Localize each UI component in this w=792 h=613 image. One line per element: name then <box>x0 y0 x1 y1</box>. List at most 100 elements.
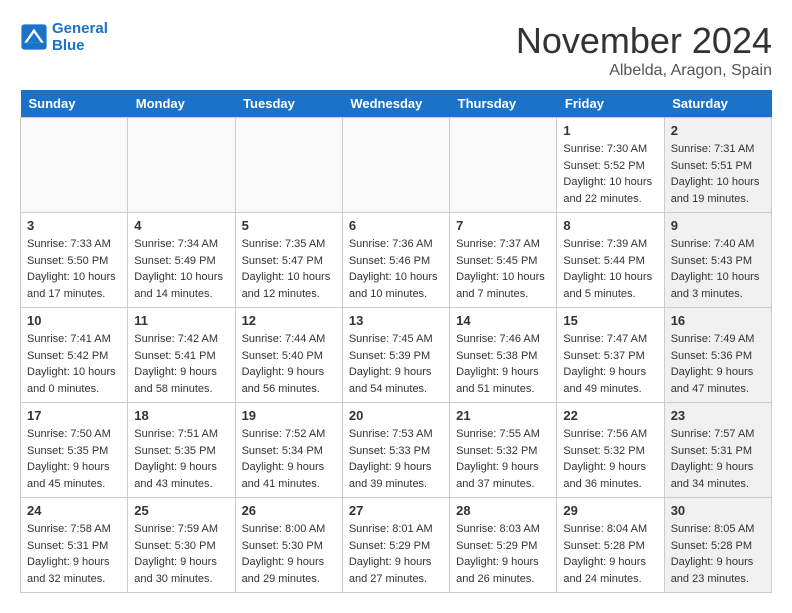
day-info: Sunrise: 7:47 AM Sunset: 5:37 PM Dayligh… <box>563 331 657 397</box>
day-number: 6 <box>349 218 443 233</box>
day-info: Sunrise: 7:50 AM Sunset: 5:35 PM Dayligh… <box>27 426 121 492</box>
day-header-sunday: Sunday <box>21 90 128 118</box>
day-cell: 21 Sunrise: 7:55 AM Sunset: 5:32 PM Dayli… <box>450 403 557 498</box>
day-number: 25 <box>134 503 228 518</box>
day-info: Sunrise: 8:03 AM Sunset: 5:29 PM Dayligh… <box>456 521 550 587</box>
day-number: 1 <box>563 123 657 138</box>
day-header-saturday: Saturday <box>664 90 771 118</box>
day-info: Sunrise: 7:30 AM Sunset: 5:52 PM Dayligh… <box>563 141 657 207</box>
day-cell: 11 Sunrise: 7:42 AM Sunset: 5:41 PM Dayli… <box>128 308 235 403</box>
day-cell: 24Sunrise: 7:58 AM Sunset: 5:31 PM Dayli… <box>21 498 128 593</box>
day-cell: 2 Sunrise: 7:31 AM Sunset: 5:51 PM Daylig… <box>664 118 771 213</box>
calendar-table: SundayMondayTuesdayWednesdayThursdayFrid… <box>20 90 772 593</box>
day-number: 18 <box>134 408 228 423</box>
day-info: Sunrise: 7:51 AM Sunset: 5:35 PM Dayligh… <box>134 426 228 492</box>
day-number: 9 <box>671 218 765 233</box>
day-info: Sunrise: 7:34 AM Sunset: 5:49 PM Dayligh… <box>134 236 228 302</box>
day-info: Sunrise: 7:40 AM Sunset: 5:43 PM Dayligh… <box>671 236 765 302</box>
day-number: 7 <box>456 218 550 233</box>
title-section: November 2024 Albelda, Aragon, Spain <box>516 20 772 80</box>
day-info: Sunrise: 7:53 AM Sunset: 5:33 PM Dayligh… <box>349 426 443 492</box>
day-number: 27 <box>349 503 443 518</box>
day-cell: 17 Sunrise: 7:50 AM Sunset: 5:35 PM Dayli… <box>21 403 128 498</box>
day-cell: 29Sunrise: 8:04 AM Sunset: 5:28 PM Dayli… <box>557 498 664 593</box>
day-info: Sunrise: 7:56 AM Sunset: 5:32 PM Dayligh… <box>563 426 657 492</box>
day-cell: 3 Sunrise: 7:33 AM Sunset: 5:50 PM Daylig… <box>21 213 128 308</box>
day-info: Sunrise: 7:33 AM Sunset: 5:50 PM Dayligh… <box>27 236 121 302</box>
day-cell: 4 Sunrise: 7:34 AM Sunset: 5:49 PM Daylig… <box>128 213 235 308</box>
day-info: Sunrise: 7:46 AM Sunset: 5:38 PM Dayligh… <box>456 331 550 397</box>
day-header-friday: Friday <box>557 90 664 118</box>
day-number: 8 <box>563 218 657 233</box>
day-cell: 23 Sunrise: 7:57 AM Sunset: 5:31 PM Dayli… <box>664 403 771 498</box>
day-cell: 1 Sunrise: 7:30 AM Sunset: 5:52 PM Daylig… <box>557 118 664 213</box>
day-number: 5 <box>242 218 336 233</box>
day-info: Sunrise: 7:31 AM Sunset: 5:51 PM Dayligh… <box>671 141 765 207</box>
day-info: Sunrise: 7:42 AM Sunset: 5:41 PM Dayligh… <box>134 331 228 397</box>
day-info: Sunrise: 7:49 AM Sunset: 5:36 PM Dayligh… <box>671 331 765 397</box>
day-info: Sunrise: 7:52 AM Sunset: 5:34 PM Dayligh… <box>242 426 336 492</box>
logo-icon <box>20 23 48 51</box>
day-cell: 9 Sunrise: 7:40 AM Sunset: 5:43 PM Daylig… <box>664 213 771 308</box>
logo-text: General Blue <box>52 20 108 54</box>
day-number: 19 <box>242 408 336 423</box>
day-cell <box>21 118 128 213</box>
day-info: Sunrise: 7:39 AM Sunset: 5:44 PM Dayligh… <box>563 236 657 302</box>
day-number: 14 <box>456 313 550 328</box>
day-cell: 19 Sunrise: 7:52 AM Sunset: 5:34 PM Dayli… <box>235 403 342 498</box>
day-info: Sunrise: 7:45 AM Sunset: 5:39 PM Dayligh… <box>349 331 443 397</box>
day-number: 21 <box>456 408 550 423</box>
day-number: 12 <box>242 313 336 328</box>
day-cell <box>450 118 557 213</box>
day-number: 20 <box>349 408 443 423</box>
day-cell: 26 Sunrise: 8:00 AM Sunset: 5:30 PM Dayli… <box>235 498 342 593</box>
day-info: Sunrise: 8:00 AM Sunset: 5:30 PM Dayligh… <box>242 521 336 587</box>
page-header: General Blue November 2024 Albelda, Arag… <box>20 20 772 80</box>
day-cell: 25Sunrise: 7:59 AM Sunset: 5:30 PM Dayli… <box>128 498 235 593</box>
day-cell: 28Sunrise: 8:03 AM Sunset: 5:29 PM Dayli… <box>450 498 557 593</box>
day-cell: 18 Sunrise: 7:51 AM Sunset: 5:35 PM Dayli… <box>128 403 235 498</box>
day-cell: 7Sunrise: 7:37 AM Sunset: 5:45 PM Daylig… <box>450 213 557 308</box>
day-cell: 8 Sunrise: 7:39 AM Sunset: 5:44 PM Daylig… <box>557 213 664 308</box>
day-info: Sunrise: 7:36 AM Sunset: 5:46 PM Dayligh… <box>349 236 443 302</box>
day-number: 3 <box>27 218 121 233</box>
day-cell: 22Sunrise: 7:56 AM Sunset: 5:32 PM Dayli… <box>557 403 664 498</box>
day-number: 2 <box>671 123 765 138</box>
day-cell: 15 Sunrise: 7:47 AM Sunset: 5:37 PM Dayli… <box>557 308 664 403</box>
day-info: Sunrise: 7:41 AM Sunset: 5:42 PM Dayligh… <box>27 331 121 397</box>
day-cell <box>235 118 342 213</box>
day-info: Sunrise: 7:44 AM Sunset: 5:40 PM Dayligh… <box>242 331 336 397</box>
day-info: Sunrise: 7:58 AM Sunset: 5:31 PM Dayligh… <box>27 521 121 587</box>
day-number: 11 <box>134 313 228 328</box>
week-row-2: 10Sunrise: 7:41 AM Sunset: 5:42 PM Dayli… <box>21 308 772 403</box>
day-number: 16 <box>671 313 765 328</box>
day-cell: 12 Sunrise: 7:44 AM Sunset: 5:40 PM Dayli… <box>235 308 342 403</box>
day-header-monday: Monday <box>128 90 235 118</box>
logo: General Blue <box>20 20 108 54</box>
day-cell: 14 Sunrise: 7:46 AM Sunset: 5:38 PM Dayli… <box>450 308 557 403</box>
week-row-3: 17 Sunrise: 7:50 AM Sunset: 5:35 PM Dayli… <box>21 403 772 498</box>
day-number: 13 <box>349 313 443 328</box>
day-cell <box>128 118 235 213</box>
day-info: Sunrise: 8:01 AM Sunset: 5:29 PM Dayligh… <box>349 521 443 587</box>
day-cell: 10Sunrise: 7:41 AM Sunset: 5:42 PM Dayli… <box>21 308 128 403</box>
day-number: 23 <box>671 408 765 423</box>
week-row-4: 24Sunrise: 7:58 AM Sunset: 5:31 PM Dayli… <box>21 498 772 593</box>
day-number: 4 <box>134 218 228 233</box>
day-number: 26 <box>242 503 336 518</box>
day-header-wednesday: Wednesday <box>342 90 449 118</box>
day-cell <box>342 118 449 213</box>
day-info: Sunrise: 7:55 AM Sunset: 5:32 PM Dayligh… <box>456 426 550 492</box>
calendar-header-row: SundayMondayTuesdayWednesdayThursdayFrid… <box>21 90 772 118</box>
location-subtitle: Albelda, Aragon, Spain <box>516 62 772 80</box>
day-number: 15 <box>563 313 657 328</box>
day-header-thursday: Thursday <box>450 90 557 118</box>
day-number: 17 <box>27 408 121 423</box>
calendar-body: 1 Sunrise: 7:30 AM Sunset: 5:52 PM Daylig… <box>21 118 772 593</box>
day-header-tuesday: Tuesday <box>235 90 342 118</box>
day-info: Sunrise: 7:35 AM Sunset: 5:47 PM Dayligh… <box>242 236 336 302</box>
week-row-1: 3 Sunrise: 7:33 AM Sunset: 5:50 PM Daylig… <box>21 213 772 308</box>
day-info: Sunrise: 7:57 AM Sunset: 5:31 PM Dayligh… <box>671 426 765 492</box>
day-info: Sunrise: 8:05 AM Sunset: 5:28 PM Dayligh… <box>671 521 765 587</box>
day-info: Sunrise: 8:04 AM Sunset: 5:28 PM Dayligh… <box>563 521 657 587</box>
